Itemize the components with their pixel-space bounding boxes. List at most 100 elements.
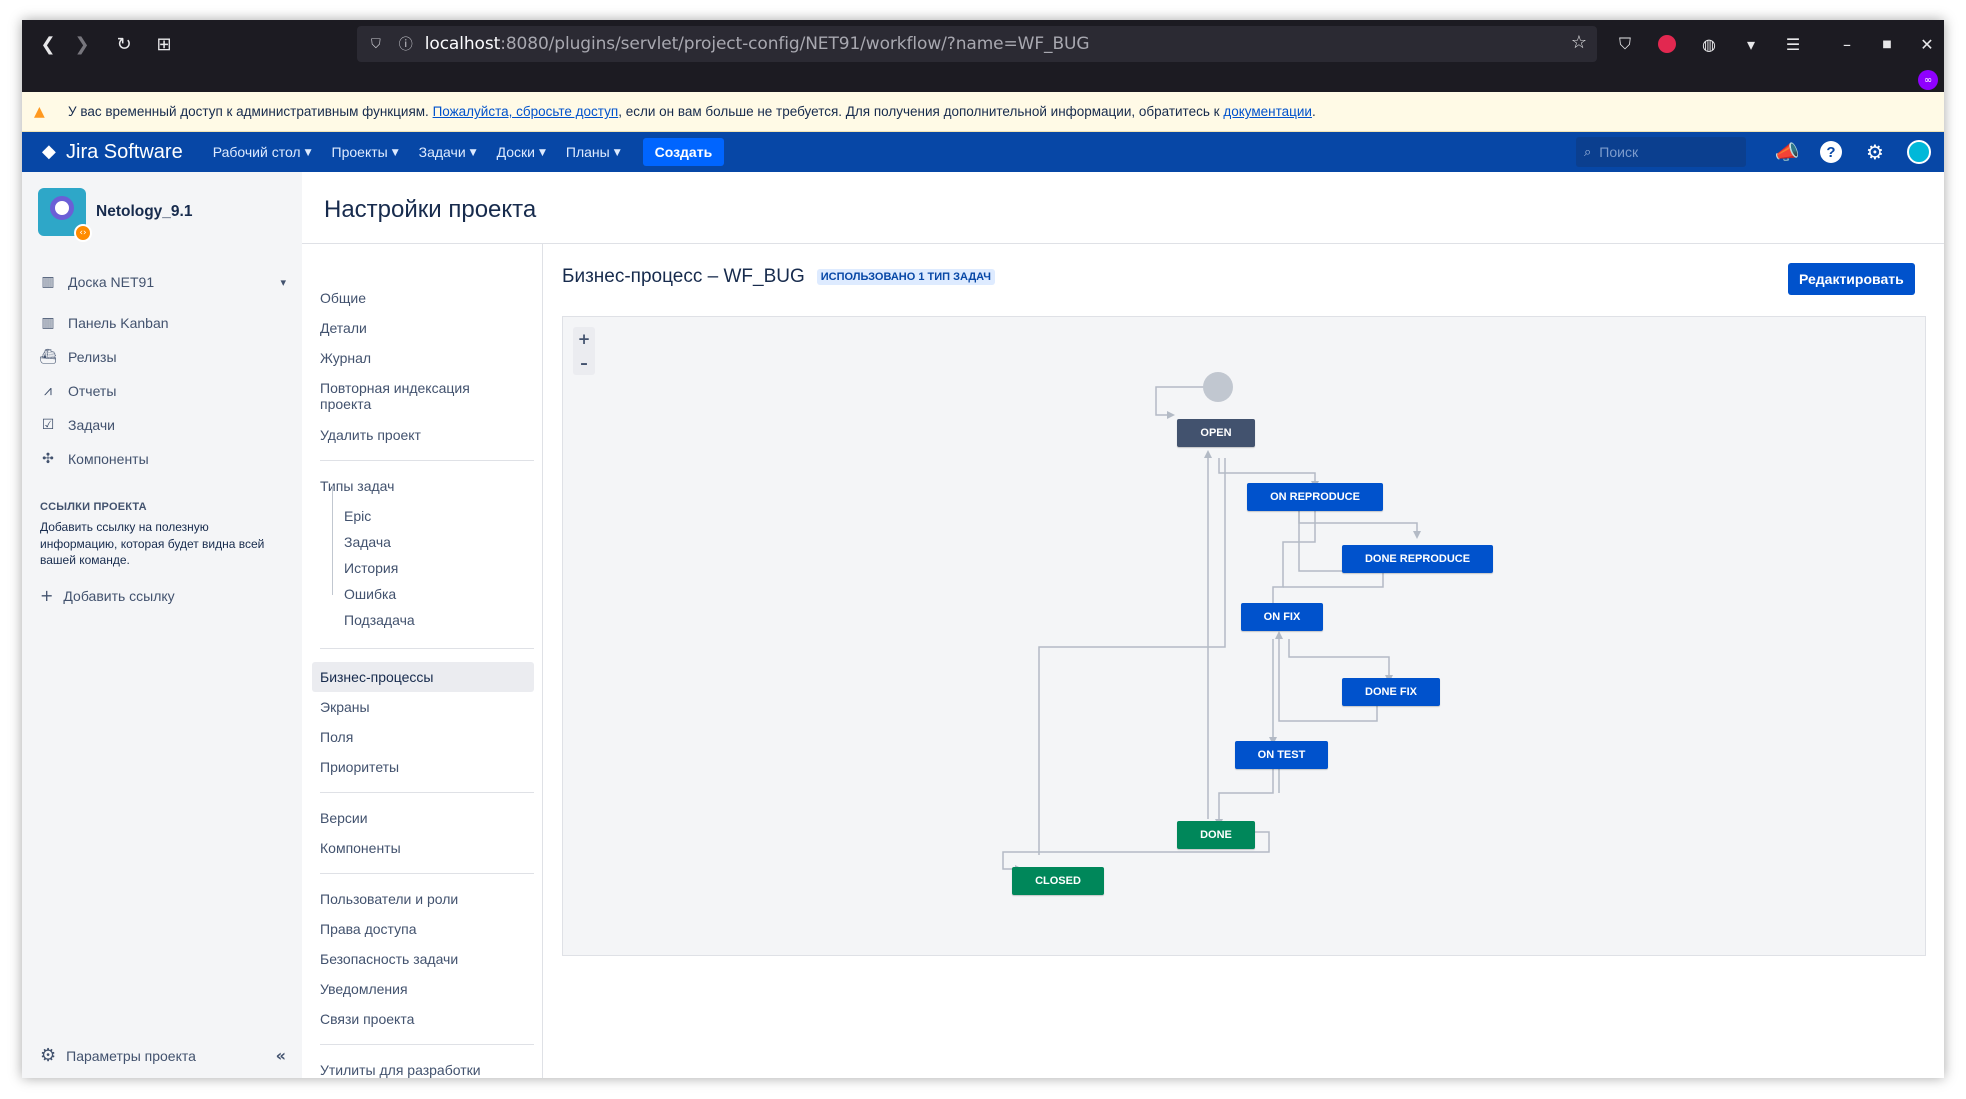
back-icon[interactable]: ❮ [32,28,64,60]
reload-icon[interactable]: ↻ [108,28,140,60]
menu-plans[interactable]: Планы ▼ [566,144,621,160]
status-done-reproduce[interactable]: DONE REPRODUCE [1342,545,1493,573]
nav-priorities[interactable]: Приоритеты [312,759,534,775]
nav-issue-types[interactable]: Типы задач [312,478,534,494]
nav-reindex[interactable]: Повторная индексация проекта [312,380,492,412]
warning-icon: ▲ [34,103,45,120]
edit-workflow-button[interactable]: Редактировать [1788,263,1915,295]
globe-icon[interactable]: ◍ [1694,29,1724,59]
extensions-dropdown-icon[interactable]: ▾ [1736,29,1766,59]
project-settings-link[interactable]: ⚙ Параметры проекта « [40,1045,286,1066]
nav-issue-type-task[interactable]: Задача [344,534,391,550]
documentation-link[interactable]: документации [1223,104,1312,119]
nav-audit-log[interactable]: Журнал [312,350,534,366]
search-input[interactable] [1599,144,1730,160]
nav-details[interactable]: Детали [312,320,534,336]
sidebar-item-label: Компоненты [68,451,149,467]
workflow-diagram[interactable]: + – OPEN ON REPRODUCE DONE REPRODUCE ON … [562,316,1926,956]
menu-label: Планы [565,144,610,160]
browser-toolbar: ❮ ❯ ↻ ⊞ ⛉ ⓘ localhost:8080/plugins/servl… [22,20,1944,68]
add-link-label: Добавить ссылку [63,587,175,604]
nav-project-links[interactable]: Связи проекта [312,1011,534,1027]
issue-type-usage-lozenge[interactable]: ИСПОЛЬЗОВАНО 1 ТИП ЗАДАЧ [816,269,996,285]
sidebar-item-releases[interactable]: ⛴ Релизы [38,349,286,365]
status-open[interactable]: OPEN [1177,419,1255,447]
nav-workflows[interactable]: Бизнес-процессы [312,662,534,692]
sidebar-item-kanban[interactable]: ▥ Панель Kanban [38,315,286,331]
status-on-reproduce[interactable]: ON REPRODUCE [1247,483,1383,511]
forward-icon[interactable]: ❯ [66,28,98,60]
puzzle-icon: ✣ [42,451,54,467]
add-link-button[interactable]: + Добавить ссылку [40,586,175,605]
sidebar-item-board[interactable]: ▥ Доска NET91 ▾ [38,274,286,290]
menu-label: Проекты [331,144,388,160]
address-bar[interactable]: ⛉ ⓘ localhost:8080/plugins/servlet/proje… [357,26,1597,62]
chevron-down-icon[interactable]: ▾ [280,276,286,289]
banner-text: У вас временный доступ к административны… [68,104,1316,119]
status-done-fix[interactable]: DONE FIX [1342,678,1440,706]
nav-general[interactable]: Общие [312,290,534,306]
nav-notifications[interactable]: Уведомления [312,981,534,997]
menu-projects[interactable]: Проекты ▼ [332,144,399,160]
menu-boards[interactable]: Доски ▼ [497,144,546,160]
collapse-sidebar-icon[interactable]: « [276,1046,286,1065]
menu-dashboards[interactable]: Рабочий стол ▼ [213,144,312,160]
sidebar-item-components[interactable]: ✣ Компоненты [38,451,286,467]
extension-red-icon[interactable] [1652,29,1682,59]
jira-logo[interactable]: ◆ Jira Software [42,141,183,164]
nav-versions[interactable]: Версии [312,810,534,826]
user-avatar[interactable] [1906,139,1932,165]
sidebar-item-issues[interactable]: ☑ Задачи [38,417,286,433]
nav-issue-type-subtask[interactable]: Подзадача [344,612,415,628]
nav-screens[interactable]: Экраны [312,699,534,715]
zoom-in-button[interactable]: + [573,327,595,351]
tree-line [332,485,333,595]
zoom-out-button[interactable]: – [573,351,595,375]
notifications-megaphone-icon[interactable]: 📣 [1774,139,1800,165]
minimize-icon[interactable]: – [1832,29,1862,59]
maximize-icon[interactable]: ■ [1872,29,1902,59]
sidebar-item-label: Отчеты [68,383,117,399]
search-box[interactable]: ⌕ [1576,137,1746,167]
arrow-head [1204,450,1212,458]
shield-icon: ⛉ [371,36,381,52]
menu-issues[interactable]: Задачи ▼ [419,144,477,160]
chevron-down-icon: ▼ [538,148,546,158]
sidebar-item-label: Релизы [68,349,117,365]
sidebar-item-reports[interactable]: ⩘ Отчеты [38,383,286,399]
drop-access-link[interactable]: Пожалуйста, сбросьте доступ [433,104,619,119]
workflow-start-node[interactable] [1203,372,1233,402]
sidebar-item-label: Доска NET91 [68,274,155,290]
bookmark-star-icon[interactable]: ☆ [1571,32,1587,53]
status-on-test[interactable]: ON TEST [1235,741,1328,769]
url-path: :8080/plugins/servlet/project-config/NET… [500,34,1090,54]
nav-components[interactable]: Компоненты [312,840,534,856]
close-window-icon[interactable]: ✕ [1912,29,1942,59]
status-done[interactable]: DONE [1177,821,1255,849]
hamburger-menu-icon[interactable]: ☰ [1778,29,1808,59]
nav-users-roles[interactable]: Пользователи и роли [312,891,534,907]
help-icon[interactable]: ? [1818,139,1844,165]
workflow-transitions [1002,386,1421,873]
nav-issue-security[interactable]: Безопасность задачи [312,951,534,967]
nav-dev-tools[interactable]: Утилиты для разработки [312,1062,534,1078]
nav-issue-type-bug[interactable]: Ошибка [344,586,396,602]
nav-delete-project[interactable]: Удалить проект [312,427,534,443]
ship-icon: ⛴ [39,349,57,365]
nav-fields[interactable]: Поля [312,729,534,745]
pocket-icon[interactable]: ⛉ [1610,29,1640,59]
settings-gear-icon[interactable]: ⚙ [1862,139,1888,165]
status-closed[interactable]: CLOSED [1012,867,1104,895]
banner-text-middle: , если он вам больше не требуется. Для п… [618,104,1220,119]
chevron-down-icon: ▼ [304,148,312,158]
new-tab-icon[interactable]: ⊞ [148,28,180,60]
logo-text: Jira Software [66,140,183,163]
nav-issue-type-story[interactable]: История [344,560,398,576]
nav-permissions[interactable]: Права доступа [312,921,534,937]
transition-line [1218,458,1316,481]
project-header[interactable]: ‹› Netology_9.1 [38,188,192,242]
create-button[interactable]: Создать [642,138,725,166]
status-on-fix[interactable]: ON FIX [1241,603,1323,631]
info-icon[interactable]: ⓘ [399,34,413,54]
nav-issue-type-epic[interactable]: Epic [344,508,371,524]
